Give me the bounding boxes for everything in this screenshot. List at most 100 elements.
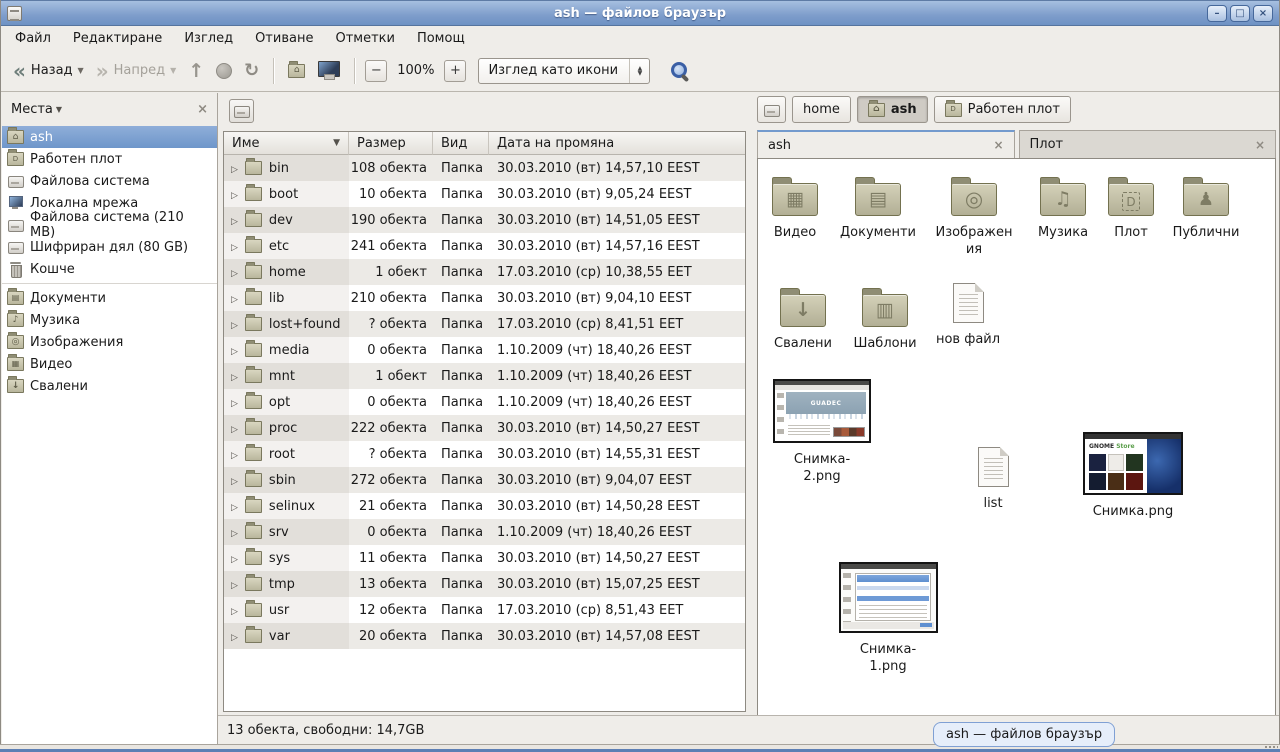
file-icon-item[interactable]: Шаблони bbox=[844, 287, 926, 352]
sidebar-close-icon[interactable]: × bbox=[197, 102, 208, 117]
table-row[interactable]: home 1 обект Папка 17.03.2010 (ср) 10,38… bbox=[224, 259, 745, 285]
table-row[interactable]: lib 210 обекта Папка 30.03.2010 (вт) 9,0… bbox=[224, 285, 745, 311]
file-icon-item[interactable]: GNOME Store Снимка.png bbox=[1078, 432, 1188, 520]
expander-icon[interactable] bbox=[231, 421, 238, 436]
stop-button[interactable] bbox=[212, 60, 236, 82]
breadcrumb-root-button[interactable] bbox=[757, 96, 786, 123]
table-row[interactable]: sys 11 обекта Папка 30.03.2010 (вт) 14,5… bbox=[224, 545, 745, 571]
sidebar-item[interactable]: Файлова система bbox=[2, 170, 217, 192]
table-row[interactable]: lost+found ? обекта Папка 17.03.2010 (ср… bbox=[224, 311, 745, 337]
places-header[interactable]: Места ▼ × bbox=[2, 93, 217, 126]
expander-icon[interactable] bbox=[231, 265, 238, 280]
sidebar-item[interactable]: Изображения bbox=[2, 331, 217, 353]
expander-icon[interactable] bbox=[231, 369, 238, 384]
forward-button[interactable]: » Напред ▼ bbox=[92, 60, 181, 81]
table-row[interactable]: sbin 272 обекта Папка 30.03.2010 (вт) 9,… bbox=[224, 467, 745, 493]
expander-icon[interactable] bbox=[231, 447, 238, 462]
back-button[interactable]: « Назад ▼ bbox=[9, 60, 88, 81]
up-button[interactable]: ↑ bbox=[184, 59, 208, 83]
table-row[interactable]: srv 0 обекта Папка 1.10.2009 (чт) 18,40,… bbox=[224, 519, 745, 545]
sidebar-item[interactable]: Файлова система (210 MB) bbox=[2, 214, 217, 236]
table-row[interactable]: boot 10 обекта Папка 30.03.2010 (вт) 9,0… bbox=[224, 181, 745, 207]
table-row[interactable]: mnt 1 обект Папка 1.10.2009 (чт) 18,40,2… bbox=[224, 363, 745, 389]
icon-canvas[interactable]: Видео Документи Изображения Музика bbox=[757, 158, 1276, 718]
table-row[interactable]: tmp 13 обекта Папка 30.03.2010 (вт) 15,0… bbox=[224, 571, 745, 597]
sidebar-item[interactable]: Кошче bbox=[2, 258, 217, 280]
file-icon-item[interactable]: GUADEC Снимка-2.png bbox=[768, 379, 876, 485]
table-row[interactable]: usr 12 обекта Папка 17.03.2010 (ср) 8,51… bbox=[224, 597, 745, 623]
menu-item[interactable]: Изглед bbox=[176, 29, 241, 48]
breadcrumb-ash-button[interactable]: ash bbox=[857, 96, 928, 123]
column-header-name[interactable]: Име ▼ bbox=[224, 132, 349, 155]
computer-button[interactable] bbox=[313, 58, 344, 83]
table-row[interactable]: root ? обекта Папка 30.03.2010 (вт) 14,5… bbox=[224, 441, 745, 467]
table-row[interactable]: proc 222 обекта Папка 30.03.2010 (вт) 14… bbox=[224, 415, 745, 441]
breadcrumb-home-button[interactable]: home bbox=[792, 96, 851, 123]
table-row[interactable]: opt 0 обекта Папка 1.10.2009 (чт) 18,40,… bbox=[224, 389, 745, 415]
sidebar-item[interactable]: Документи bbox=[2, 287, 217, 309]
tab-desktop[interactable]: Плот × bbox=[1019, 130, 1277, 158]
sidebar-item[interactable]: Шифриран дял (80 GB) bbox=[2, 236, 217, 258]
expander-icon[interactable] bbox=[231, 343, 238, 358]
combo-spinner-icon[interactable]: ▲▼ bbox=[629, 59, 649, 83]
file-icon-item[interactable]: нов файл bbox=[934, 283, 1002, 348]
minimize-button[interactable]: – bbox=[1207, 5, 1227, 22]
table-row[interactable]: selinux 21 обекта Папка 30.03.2010 (вт) … bbox=[224, 493, 745, 519]
file-icon-item[interactable]: list bbox=[968, 447, 1018, 512]
tab-close-icon[interactable]: × bbox=[993, 138, 1003, 152]
menu-item[interactable]: Отметки bbox=[327, 29, 402, 48]
table-row[interactable]: dev 190 обекта Папка 30.03.2010 (вт) 14,… bbox=[224, 207, 745, 233]
expander-icon[interactable] bbox=[231, 577, 238, 592]
tab-close-icon[interactable]: × bbox=[1255, 138, 1265, 152]
expander-icon[interactable] bbox=[231, 187, 238, 202]
titlebar[interactable]: ash — файлов браузър – □ × bbox=[1, 0, 1279, 26]
menu-item[interactable]: Помощ bbox=[409, 29, 473, 48]
menu-item[interactable]: Отиване bbox=[247, 29, 321, 48]
zoom-out-button[interactable]: − bbox=[365, 60, 387, 82]
view-mode-select[interactable]: Изглед като икони ▲▼ bbox=[478, 58, 650, 84]
menu-item[interactable]: Файл bbox=[7, 29, 59, 48]
file-icon-item[interactable]: Видео bbox=[760, 176, 830, 241]
search-button[interactable] bbox=[666, 58, 694, 84]
table-row[interactable]: bin 108 обекта Папка 30.03.2010 (вт) 14,… bbox=[224, 155, 745, 181]
table-row[interactable]: var 20 обекта Папка 30.03.2010 (вт) 14,5… bbox=[224, 623, 745, 649]
sidebar-item[interactable]: Работен плот bbox=[2, 148, 217, 170]
reload-button[interactable]: ↻ bbox=[240, 59, 263, 83]
file-icon-item[interactable]: Музика bbox=[1024, 176, 1102, 241]
table-row[interactable]: etc 241 обекта Папка 30.03.2010 (вт) 14,… bbox=[224, 233, 745, 259]
sidebar-item[interactable]: ash bbox=[2, 126, 217, 148]
expander-icon[interactable] bbox=[231, 525, 238, 540]
zoom-in-button[interactable]: + bbox=[444, 60, 466, 82]
sidebar-item[interactable]: Свалени bbox=[2, 375, 217, 397]
expander-icon[interactable] bbox=[231, 603, 238, 618]
file-icon-item[interactable]: Изображения bbox=[928, 176, 1020, 258]
root-drive-button[interactable] bbox=[229, 99, 254, 123]
expander-icon[interactable] bbox=[231, 239, 238, 254]
resize-grip[interactable] bbox=[1264, 745, 1278, 750]
breadcrumb-desktop-button[interactable]: Работен плот bbox=[934, 96, 1071, 123]
expander-icon[interactable] bbox=[231, 551, 238, 566]
forward-dropdown-icon[interactable]: ▼ bbox=[170, 66, 176, 75]
back-dropdown-icon[interactable]: ▼ bbox=[78, 66, 84, 75]
sidebar-item[interactable]: Музика bbox=[2, 309, 217, 331]
file-icon-item[interactable]: Публични bbox=[1162, 176, 1250, 241]
expander-icon[interactable] bbox=[231, 499, 238, 514]
expander-icon[interactable] bbox=[231, 473, 238, 488]
tab-ash[interactable]: ash × bbox=[757, 130, 1015, 158]
maximize-button[interactable]: □ bbox=[1230, 5, 1250, 22]
file-icon-item[interactable]: Снимка-1.png bbox=[834, 562, 942, 675]
expander-icon[interactable] bbox=[231, 395, 238, 410]
expander-icon[interactable] bbox=[231, 213, 238, 228]
column-header-date[interactable]: Дата на промяна bbox=[489, 132, 745, 155]
column-header-type[interactable]: Вид bbox=[433, 132, 489, 155]
expander-icon[interactable] bbox=[231, 317, 238, 332]
expander-icon[interactable] bbox=[231, 161, 238, 176]
file-icon-item[interactable]: Свалени bbox=[764, 287, 842, 352]
menu-item[interactable]: Редактиране bbox=[65, 29, 170, 48]
table-row[interactable]: media 0 обекта Папка 1.10.2009 (чт) 18,4… bbox=[224, 337, 745, 363]
expander-icon[interactable] bbox=[231, 629, 238, 644]
close-button[interactable]: × bbox=[1253, 5, 1273, 22]
column-header-size[interactable]: Размер bbox=[349, 132, 433, 155]
home-button[interactable] bbox=[284, 61, 309, 81]
expander-icon[interactable] bbox=[231, 291, 238, 306]
